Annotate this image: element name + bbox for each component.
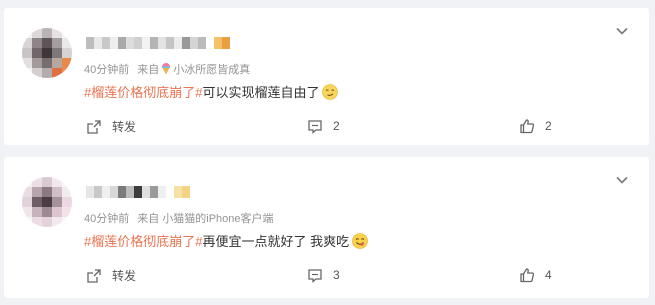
post-card: 40分钟前 来自 小猫猫的iPhone客户端 #榴莲价格彻底崩了# 再便宜一点就… (4, 157, 649, 298)
comment-icon (308, 269, 322, 283)
share-icon (87, 119, 101, 134)
like-count: 4 (545, 268, 552, 282)
post-meta: 40分钟前 来自 小猫猫的iPhone客户端 (84, 210, 274, 226)
source-prefix: 来自 (137, 213, 160, 225)
share-label: 转发 (112, 120, 137, 134)
share-button[interactable]: 转发 (86, 118, 136, 135)
topic-link[interactable]: #榴莲价格彻底崩了# (84, 82, 202, 101)
post-content: #榴莲价格彻底崩了# 可以实现榴莲自由了 (84, 82, 339, 101)
post-meta: 40分钟前 来自 小冰所愿皆成真 (84, 61, 250, 77)
post-time[interactable]: 40分钟前 (84, 61, 129, 77)
topic-link[interactable]: #榴莲价格彻底崩了# (84, 231, 202, 250)
share-button[interactable]: 转发 (86, 267, 136, 284)
avatar[interactable] (22, 28, 72, 78)
username-pixelated[interactable] (86, 36, 230, 50)
post-text: 再便宜一点就好了 我爽吃 (202, 234, 350, 249)
chevron-down-icon[interactable] (615, 173, 629, 187)
smirk-face-emoji (322, 83, 339, 100)
like-button[interactable]: 4 (519, 267, 552, 283)
comment-button[interactable]: 2 (307, 118, 340, 134)
share-label: 转发 (112, 269, 137, 283)
thumbs-up-icon (520, 268, 535, 283)
chevron-down-icon[interactable] (615, 24, 629, 38)
post-card: 40分钟前 来自 小冰所愿皆成真 #榴莲价格彻底崩了# 可以实现榴莲自由了 转发… (4, 8, 649, 145)
like-button[interactable]: 2 (519, 118, 552, 134)
comment-icon (308, 120, 322, 134)
ice-cream-icon (161, 63, 171, 75)
yum-face-emoji (352, 232, 368, 249)
source-name[interactable]: 小冰所愿皆成真 (173, 61, 250, 77)
post-time[interactable]: 40分钟前 (84, 210, 129, 226)
source-name[interactable]: 小猫猫的iPhone客户端 (162, 210, 273, 226)
post-text: 可以实现榴莲自由了 (202, 85, 320, 100)
comment-count: 3 (333, 268, 340, 282)
post-content: #榴莲价格彻底崩了# 再便宜一点就好了 我爽吃 (84, 231, 368, 250)
share-icon (87, 268, 101, 283)
like-count: 2 (545, 119, 552, 133)
post-actions: 转发 2 2 (4, 118, 649, 138)
thumbs-up-icon (520, 119, 535, 134)
comment-button[interactable]: 3 (307, 267, 340, 283)
post-actions: 转发 3 4 (4, 267, 649, 287)
username-pixelated[interactable] (86, 185, 190, 199)
comment-count: 2 (333, 119, 340, 133)
avatar[interactable] (22, 177, 72, 227)
source-prefix: 来自 (137, 64, 160, 76)
